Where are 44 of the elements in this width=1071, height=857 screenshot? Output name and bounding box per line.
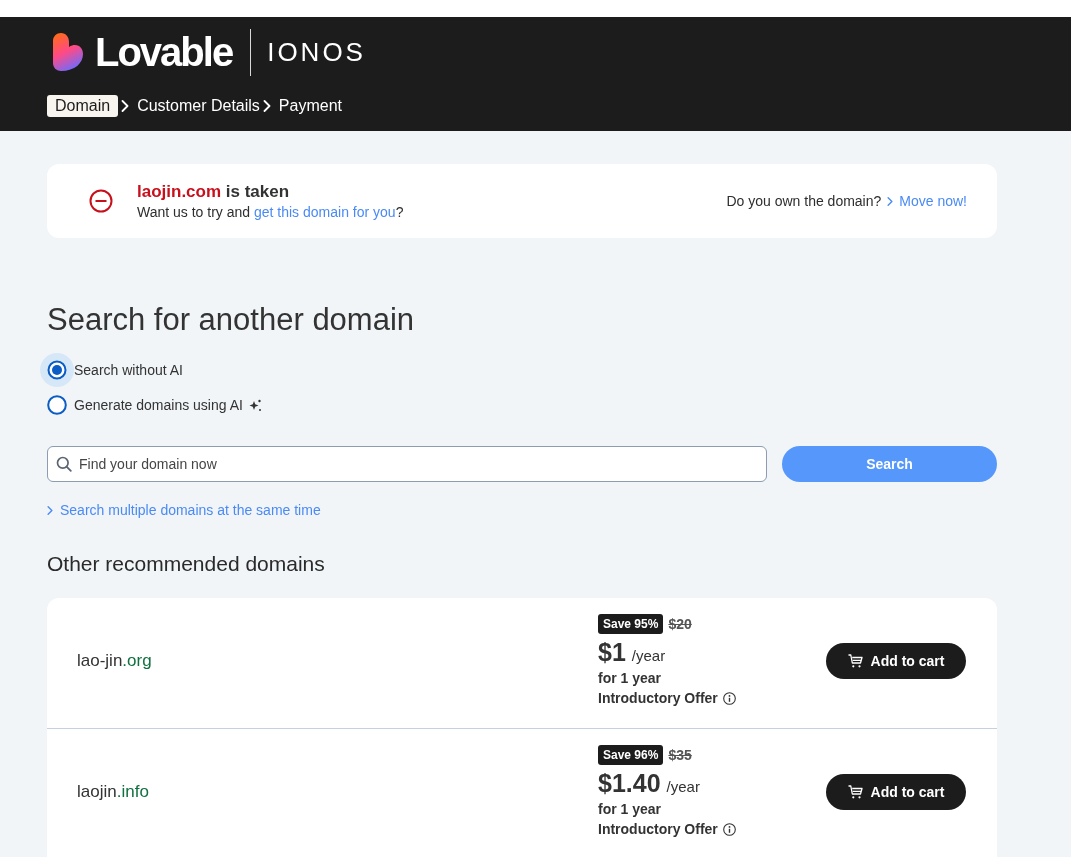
partner-logo-text: IONOS [267,36,366,69]
add-to-cart-button[interactable]: Add to cart [826,643,966,679]
breadcrumb-step[interactable]: Domain [47,95,119,117]
offer-text: Introductory Offer [598,820,718,839]
sparkle-icon [248,398,262,412]
heart-logo-icon [53,33,83,71]
minus-circle-icon [89,189,113,213]
search-icon [56,456,72,472]
discount-badge: Save 95% [598,614,664,634]
cart-icon [847,785,863,799]
radio-label[interactable]: Generate domains using AI [74,397,243,413]
alert-message: Want us to try and get this domain for you? [137,203,404,221]
ownership-question: Do you own the domain? [726,193,882,209]
breadcrumb-step[interactable]: Payment [278,95,342,117]
info-icon[interactable] [722,822,736,836]
move-now-link[interactable]: Move now! [887,193,967,209]
term-text: for 1 year [598,669,662,688]
price-text: $1.40 [598,768,661,799]
chevron-icon [262,100,271,112]
price-text: $1 [598,637,626,668]
period-text: /year [631,647,666,664]
domain-name: lao-jin.org [77,651,152,671]
old-price: $20 [668,616,692,632]
discount-badge: Save 96% [598,745,664,765]
breadcrumb-step[interactable]: Customer Details [137,95,260,117]
radio-button[interactable] [47,395,67,415]
section-heading: Other recommended domains [47,551,325,577]
term-text: for 1 year [598,800,662,819]
offer-text: Introductory Offer [598,689,718,708]
old-price: $35 [668,747,692,763]
search-field[interactable]: Find your domain now [47,446,767,482]
add-to-cart-button[interactable]: Add to cart [826,774,966,810]
chevron-icon [47,505,53,515]
chevron-icon [887,196,894,206]
chevron-icon [121,100,130,112]
period-text: /year [666,778,700,795]
radio-button[interactable] [40,353,74,387]
domain-name: laojin.info [77,782,149,802]
alert-title: laojin.com is taken [137,181,290,203]
info-icon[interactable] [722,691,736,705]
section-heading: Search for another domain [47,301,415,339]
radio-label[interactable]: Search without AI [74,362,183,378]
logo-text: Lovable [95,29,233,76]
cart-icon [847,654,863,668]
